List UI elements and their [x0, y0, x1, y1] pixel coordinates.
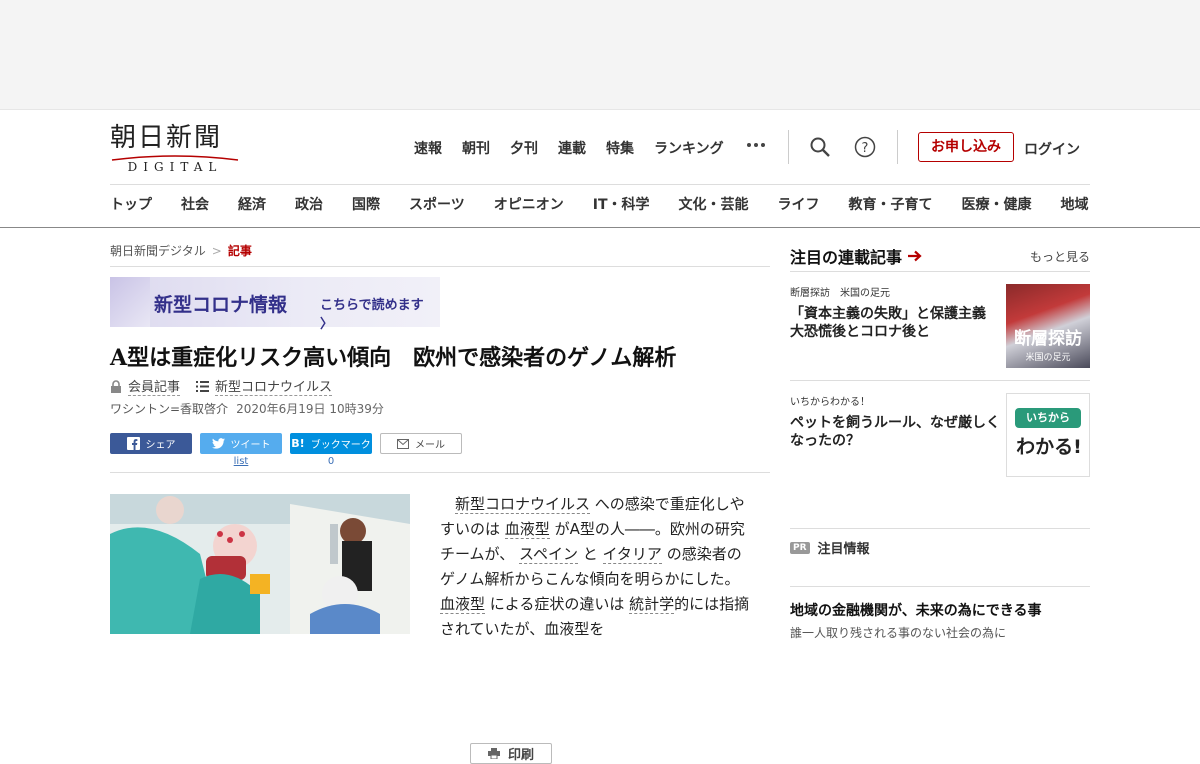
breadcrumb-home[interactable]: 朝日新聞デジタル — [110, 244, 206, 258]
divider — [790, 271, 1090, 272]
body-text: による症状の違いは — [485, 595, 630, 613]
divider — [790, 586, 1090, 587]
pr-badge: PR — [790, 541, 810, 554]
banner-link: こちらで読めます 〉 — [320, 298, 424, 332]
sidebar-article[interactable]: いちからわかる！ ペットを飼うルール、なぜ厳しくなったの？ いちから わかる! — [790, 393, 1090, 477]
twitter-bird-icon — [211, 438, 225, 449]
breadcrumb-sep: > — [211, 244, 222, 258]
pr-heading: PR 注目情報 — [790, 538, 870, 557]
lock-icon — [111, 379, 121, 393]
more-link[interactable]: もっと見る — [1030, 248, 1090, 265]
divider — [0, 227, 1200, 228]
sponsored-title[interactable]: 地域の金融機関が、未来の為にできる事 — [790, 600, 1041, 620]
ad-banner-area — [0, 0, 1200, 110]
article-photo[interactable] — [110, 494, 410, 634]
cat-it-science[interactable]: IT・科学 — [593, 194, 650, 214]
mail-icon — [397, 438, 409, 449]
cat-health[interactable]: 医療・健康 — [962, 194, 1032, 214]
category-nav-wrap: トップ 社会 経済 政治 国際 スポーツ オピニオン IT・科学 文化・芸能 ラ… — [0, 110, 1200, 228]
article-title: 「資本主義の失敗」と保護主義 大恐慌後とコロナ後と — [790, 306, 1000, 340]
thumbnail-subtitle: わかる! — [1016, 436, 1082, 458]
article-paragraph: 新型コロナウイルス への感染で重症化しやすいのは 血液型 がA型の人――。欧州の… — [440, 492, 750, 642]
keyword-link[interactable]: 血液型 — [440, 595, 486, 614]
facebook-icon — [126, 437, 140, 450]
keyword-link[interactable]: 血液型 — [504, 520, 550, 539]
cat-kokusai[interactable]: 国際 — [352, 194, 380, 214]
cat-shakai[interactable]: 社会 — [181, 194, 209, 214]
hatena-b-icon: B! — [291, 437, 305, 450]
keyword-link[interactable]: 新型コロナウイルス — [455, 495, 591, 514]
cat-seiji[interactable]: 政治 — [295, 194, 323, 214]
topic-link[interactable]: 新型コロナウイルス — [215, 376, 333, 396]
thumbnail-title: 断層探訪 — [1014, 329, 1082, 349]
pr-title: 注目情報 — [817, 542, 870, 557]
chevron-right-icon: 〉 — [320, 317, 334, 332]
keyword-link[interactable]: スペイン — [519, 545, 578, 564]
article-headline: A型は重症化リスク高い傾向 欧州で感染者のゲノム解析 — [110, 345, 677, 371]
facebook-share-button[interactable]: シェア — [110, 433, 192, 454]
cat-region[interactable]: 地域 — [1061, 194, 1089, 214]
article-thumbnail: いちから わかる! — [1006, 393, 1090, 477]
divider — [110, 266, 770, 267]
hatena-bookmark-button[interactable]: B! ブックマーク 0 — [290, 433, 372, 467]
cat-keizai[interactable]: 経済 — [238, 194, 266, 214]
publish-date: 2020年6月19日 10時39分 — [236, 402, 384, 416]
keyword-link[interactable]: イタリア — [602, 545, 662, 564]
sidebar-heading[interactable]: 注目の連載記事 — [790, 244, 922, 268]
body-text: と — [577, 545, 603, 563]
hatena-count[interactable]: 0 — [290, 456, 372, 467]
sidebar-article[interactable]: 断層探訪 米国の足元 「資本主義の失敗」と保護主義 大恐慌後とコロナ後と 断層探… — [790, 284, 1090, 368]
article-thumbnail: 断層探訪 米国の足元 — [1006, 284, 1090, 368]
divider — [110, 472, 770, 473]
category-nav: トップ 社会 経済 政治 国際 スポーツ オピニオン IT・科学 文化・芸能 ラ… — [110, 194, 1089, 214]
article-title: ペットを飼うルール、なぜ厳しくなったの？ — [790, 415, 1000, 449]
corona-info-banner[interactable]: 新型コロナ情報 こちらで読めます 〉 — [110, 277, 440, 332]
arrow-right-icon — [908, 250, 922, 262]
cat-culture[interactable]: 文化・芸能 — [679, 194, 749, 214]
cat-sports[interactable]: スポーツ — [409, 194, 465, 214]
breadcrumb: 朝日新聞デジタル > 記事 — [110, 242, 252, 259]
breadcrumb-current: 記事 — [227, 244, 252, 258]
article-meta: 会員記事 新型コロナウイルス — [110, 376, 333, 396]
banner-title: 新型コロナ情報 — [154, 294, 288, 316]
cat-opinion[interactable]: オピニオン — [494, 194, 564, 214]
cat-top[interactable]: トップ — [110, 194, 152, 214]
article-photo-image — [110, 494, 410, 634]
banner-decoration — [110, 277, 150, 327]
divider — [790, 528, 1090, 529]
twitter-share-button[interactable]: ツイート list — [200, 433, 282, 467]
cat-life[interactable]: ライフ — [778, 194, 820, 214]
mail-share-button[interactable]: メール — [380, 433, 462, 454]
list-icon — [196, 380, 210, 392]
article-byline: ワシントン=香取啓介 2020年6月19日 10時39分 — [110, 400, 384, 417]
keyword-link[interactable]: 統計学 — [629, 595, 675, 614]
author: ワシントン=香取啓介 — [110, 402, 229, 416]
thumbnail-title: いちから — [1015, 408, 1081, 428]
thumbnail-subtitle: 米国の足元 — [1025, 353, 1071, 363]
member-article-link[interactable]: 会員記事 — [128, 376, 181, 396]
share-bar: シェア ツイート list B! ブックマーク 0 メール 印刷 — [110, 433, 552, 764]
cat-education[interactable]: 教育・子育て — [849, 194, 933, 214]
printer-icon — [487, 748, 500, 759]
article-body: 新型コロナウイルス への感染で重症化しやすいのは 血液型 がA型の人――。欧州の… — [440, 492, 750, 642]
print-button[interactable]: 印刷 — [470, 743, 552, 764]
sponsored-subtitle[interactable]: 誰一人取り残される事のない社会の為に — [790, 624, 1006, 641]
divider — [790, 380, 1090, 381]
twitter-count[interactable]: list — [200, 456, 282, 467]
